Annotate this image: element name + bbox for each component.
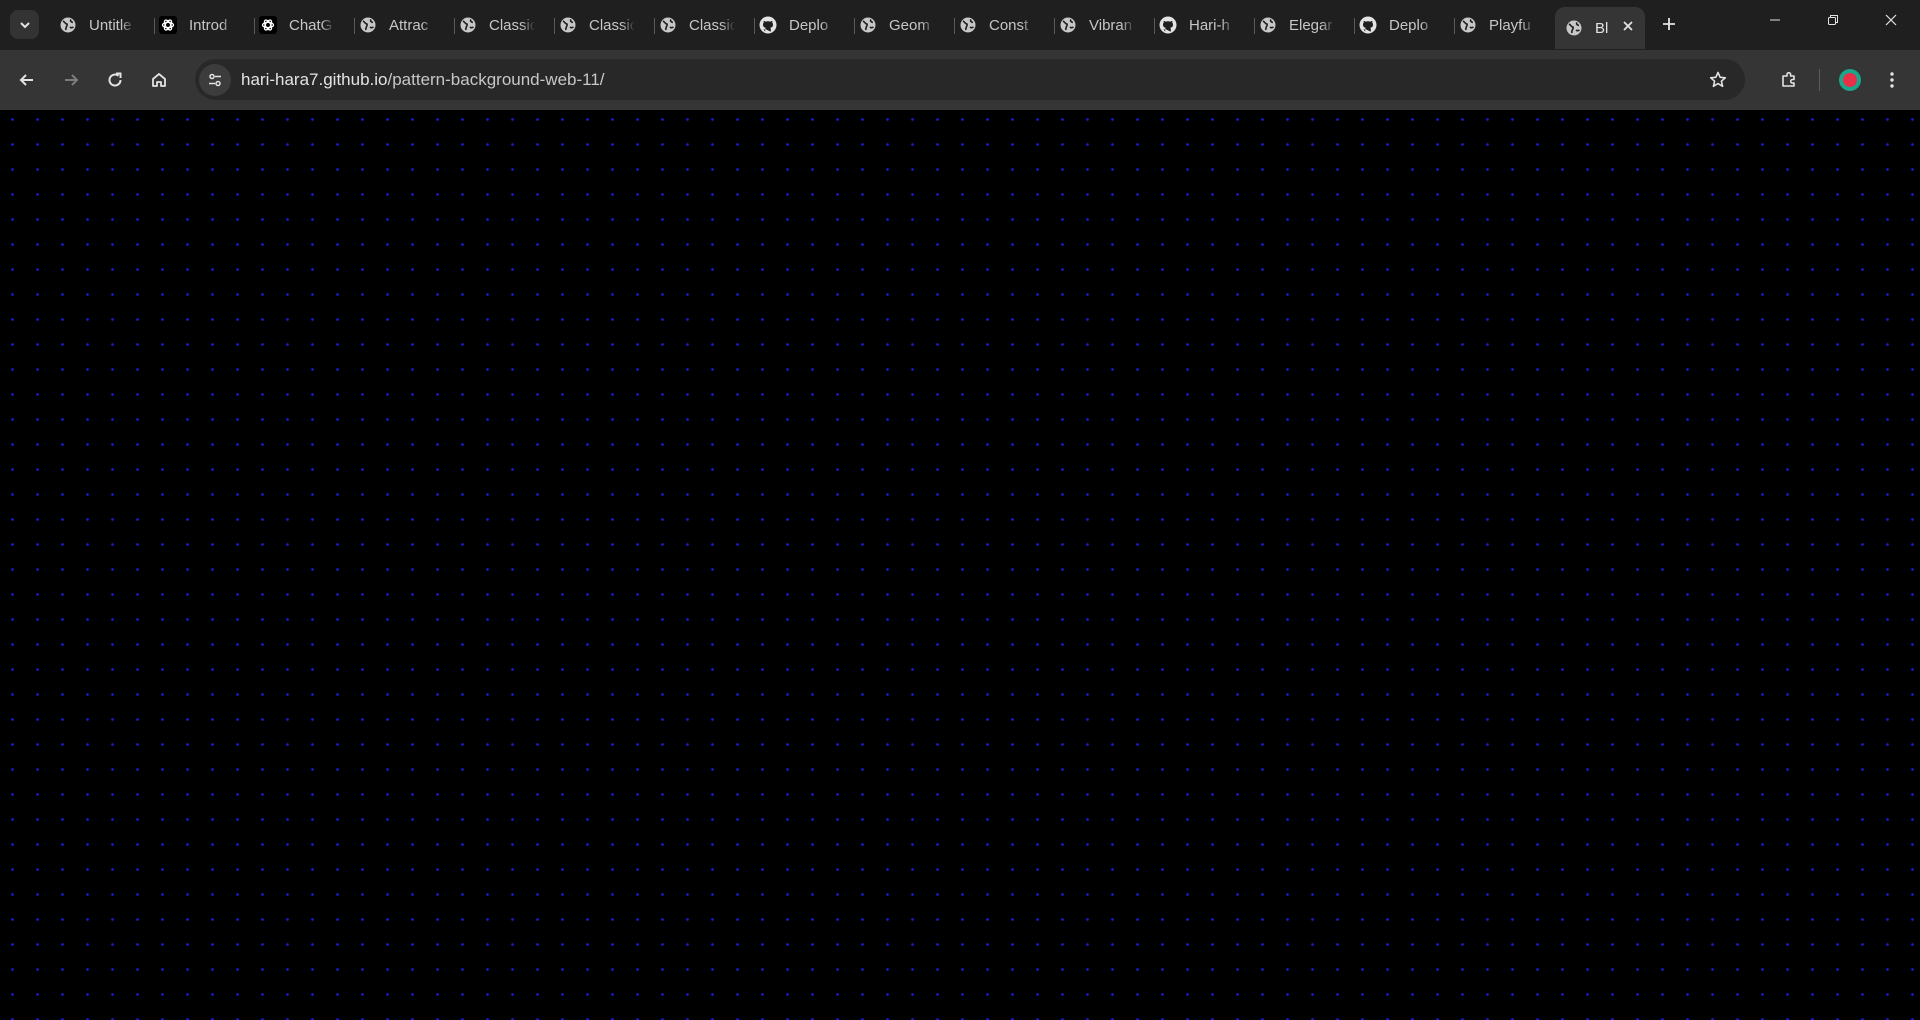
tab-title: Untitle <box>89 16 132 34</box>
tab[interactable]: Geom <box>854 8 955 42</box>
restore-button[interactable] <box>1804 0 1862 40</box>
globe-icon <box>59 16 77 34</box>
tab[interactable]: Elegar <box>1254 8 1355 42</box>
tab-title: Deplo <box>789 16 829 34</box>
puzzle-icon <box>1782 71 1795 87</box>
tab-title: Introd <box>189 16 228 34</box>
tab[interactable]: Classic <box>554 8 655 42</box>
globe-icon <box>1059 16 1077 34</box>
tab[interactable]: Classic <box>454 8 555 42</box>
tab-strip: Untitle Introd ChatG Attrac Classic Classic Cl… <box>0 0 1920 50</box>
close-icon <box>1885 14 1897 26</box>
tab-title: Hari-h <box>1189 16 1230 34</box>
address-bar[interactable]: hari-hara7.github.io/pattern-background-… <box>195 59 1745 100</box>
tab-title: Bl <box>1595 19 1609 37</box>
tab-title: Attrac <box>389 16 429 34</box>
minimize-icon <box>1770 19 1780 21</box>
minimize-button[interactable] <box>1746 0 1804 40</box>
close-window-button[interactable] <box>1862 0 1920 40</box>
menu-button[interactable] <box>1874 62 1910 98</box>
extensions-button[interactable] <box>1771 62 1807 98</box>
tab-search-button[interactable] <box>10 10 39 39</box>
plus-icon <box>1663 18 1675 30</box>
star-icon <box>1709 71 1727 88</box>
openai-icon <box>259 16 277 34</box>
back-button[interactable] <box>9 62 45 98</box>
browser-toolbar: hari-hara7.github.io/pattern-background-… <box>0 50 1920 110</box>
tab[interactable]: Introd <box>154 8 255 42</box>
openai-icon <box>159 16 177 34</box>
github-icon <box>759 16 777 34</box>
tab[interactable]: Classic <box>654 8 755 42</box>
tab[interactable]: Vibran <box>1054 8 1155 42</box>
url-text: hari-hara7.github.io/pattern-background-… <box>241 70 605 90</box>
tab-title: Geom <box>889 16 930 34</box>
site-info-button[interactable] <box>199 63 231 96</box>
tab-title: Const <box>989 16 1029 34</box>
tab-title: Deplo <box>1389 16 1429 34</box>
globe-icon <box>959 16 977 34</box>
tab-title: Vibran <box>1089 16 1133 34</box>
github-icon <box>1359 16 1377 34</box>
chevron-down-icon <box>19 21 30 28</box>
tab[interactable]: Hari-h <box>1154 8 1255 42</box>
home-button[interactable] <box>141 62 177 98</box>
avatar <box>1839 69 1861 91</box>
arrow-right-icon <box>65 74 79 86</box>
reload-icon <box>108 72 122 87</box>
forward-button[interactable] <box>53 62 89 98</box>
tab-close-icon[interactable] <box>1621 19 1635 33</box>
tab-active[interactable]: Bl <box>1555 7 1645 49</box>
tab-title: Classic <box>689 16 735 34</box>
tab[interactable]: Playfu <box>1454 8 1555 42</box>
globe-icon <box>359 16 377 34</box>
bookmark-button[interactable] <box>1703 65 1733 95</box>
new-tab-button[interactable] <box>1655 10 1683 38</box>
tab-title: Playfu <box>1489 16 1531 34</box>
toolbar-separator <box>1819 69 1820 91</box>
tab[interactable]: Deplo <box>1354 8 1455 42</box>
globe-icon <box>1259 16 1277 34</box>
window-controls <box>1746 0 1920 40</box>
tab[interactable]: Const <box>954 8 1055 42</box>
tab[interactable]: Untitle <box>55 8 155 42</box>
globe-icon <box>859 16 877 34</box>
globe-icon <box>1565 19 1583 37</box>
tab-title: Elegar <box>1289 16 1333 34</box>
tab[interactable]: ChatG <box>254 8 355 42</box>
page-viewport-dot-pattern <box>0 110 1920 1020</box>
url-host: hari-hara7.github.io <box>241 69 388 89</box>
restore-icon <box>1828 15 1838 25</box>
globe-icon <box>459 16 477 34</box>
kebab-menu-icon <box>1890 72 1894 88</box>
tab-title: ChatG <box>289 16 333 34</box>
tab[interactable]: Deplo <box>754 8 855 42</box>
tab[interactable]: Attrac <box>354 8 455 42</box>
tune-icon <box>209 73 221 86</box>
reload-button[interactable] <box>97 62 133 98</box>
url-path: /pattern-background-web-11/ <box>387 69 605 89</box>
github-icon <box>1159 16 1177 34</box>
profile-button[interactable] <box>1832 62 1868 98</box>
globe-icon <box>659 16 677 34</box>
home-icon <box>152 73 166 87</box>
tab-title: Classic <box>589 16 635 34</box>
tab-list: Untitle Introd ChatG Attrac Classic Classic Cl… <box>55 7 1645 50</box>
arrow-left-icon <box>19 74 33 86</box>
globe-icon <box>1459 16 1477 34</box>
globe-icon <box>559 16 577 34</box>
tab-title: Classic <box>489 16 535 34</box>
toolbar-right <box>1771 62 1910 98</box>
